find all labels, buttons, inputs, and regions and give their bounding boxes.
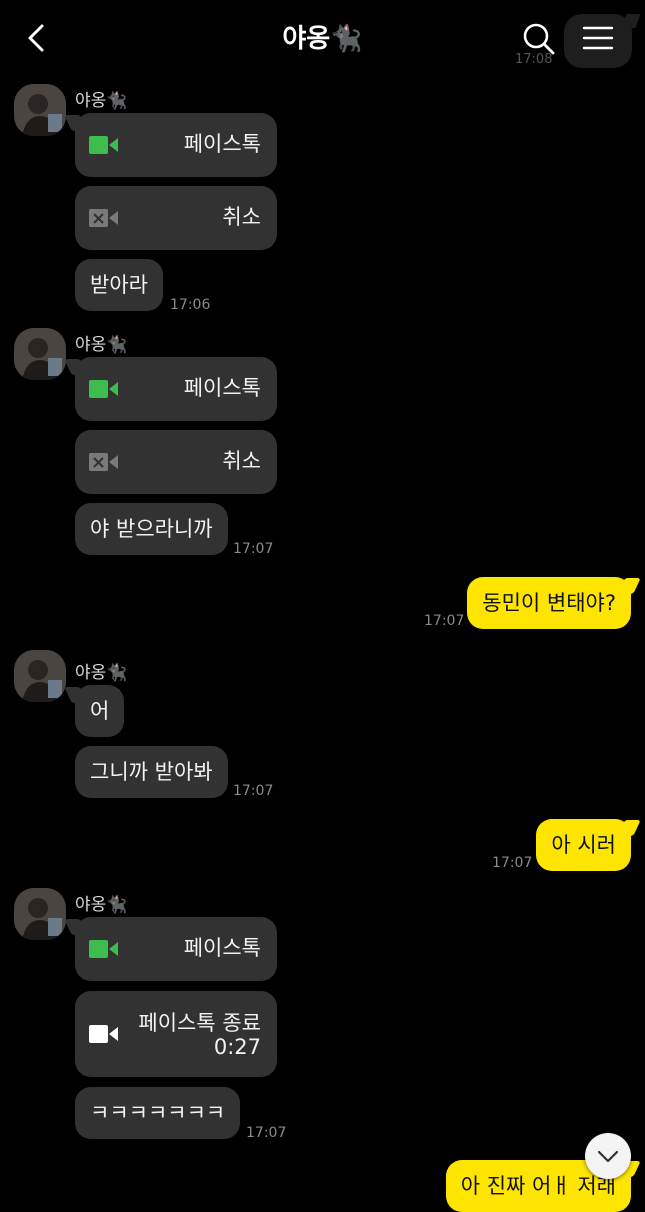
facetalk-cancel-bubble[interactable]: 취소 — [75, 430, 277, 494]
facetalk-duration: 0:27 — [213, 1035, 261, 1059]
message-time: 17:06 — [170, 297, 211, 313]
bubble-tail — [617, 820, 641, 836]
my-message-bubble[interactable]: 아 시러 — [536, 819, 641, 871]
bubble-tail — [64, 115, 88, 131]
facetalk-end-bubble[interactable]: 페이스톡 종료 0:27 — [75, 991, 277, 1077]
video-camera-icon — [89, 380, 118, 398]
sender-name: 야옹🐈‍⬛ — [75, 663, 128, 683]
message-time: 17:07 — [233, 783, 274, 799]
video-camera-icon — [89, 940, 118, 958]
avatar[interactable] — [14, 84, 66, 136]
bubble-tail — [64, 359, 88, 375]
bubble-tail — [64, 919, 88, 935]
avatar-photo-icon — [14, 84, 66, 136]
video-cancel-icon — [89, 209, 118, 227]
message-bubble[interactable]: 어 — [64, 685, 125, 737]
top-bar: 야옹🐈‍⬛ 17:08 — [0, 0, 645, 78]
facetalk-call-bubble[interactable]: 페이스톡 — [64, 917, 277, 981]
message-bubble[interactable]: 야 받으라니까 — [75, 503, 228, 555]
facetalk-call-bubble[interactable]: 페이스톡 — [64, 113, 277, 177]
facetalk-end-label: 페이스톡 종료 — [138, 1011, 261, 1035]
video-cancel-icon — [89, 453, 118, 471]
avatar[interactable] — [14, 888, 66, 940]
chevron-down-icon — [597, 1150, 619, 1163]
message-bubble[interactable]: 받아라 — [75, 259, 163, 311]
facetalk-label: 페이스톡 — [183, 132, 261, 156]
cancel-label: 취소 — [222, 449, 261, 473]
message-bubble[interactable]: ㅋㅋㅋㅋㅋㅋㅋ — [75, 1087, 241, 1139]
cancel-label: 취소 — [222, 205, 261, 229]
scroll-to-bottom-button[interactable] — [585, 1133, 631, 1179]
sender-name: 야옹🐈‍⬛ — [75, 91, 128, 111]
avatar-photo-icon — [14, 888, 66, 940]
bubble-tail — [617, 578, 641, 594]
message-time: 17:07 — [246, 1125, 287, 1141]
sender-name: 야옹🐈‍⬛ — [75, 335, 128, 355]
avatar-photo-icon — [14, 650, 66, 702]
video-camera-icon — [89, 1025, 118, 1043]
hamburger-menu-icon — [582, 26, 614, 50]
avatar[interactable] — [14, 650, 66, 702]
video-camera-icon — [89, 136, 118, 154]
sender-name: 야옹🐈‍⬛ — [75, 895, 128, 915]
my-message-text: 동민이 변태야? — [482, 591, 616, 615]
message-bubble[interactable]: 그니까 받아봐 — [75, 746, 228, 798]
message-time: 17:07 — [492, 855, 533, 871]
my-message-bubble[interactable]: 동민이 변태야? — [467, 577, 641, 629]
message-time: 17:07 — [424, 613, 465, 629]
facetalk-label: 페이스톡 — [183, 376, 261, 400]
avatar-photo-icon — [14, 328, 66, 380]
bubble-tail — [64, 687, 88, 703]
facetalk-label: 페이스톡 — [183, 936, 261, 960]
avatar[interactable] — [14, 328, 66, 380]
menu-button[interactable] — [564, 14, 632, 68]
message-time: 17:07 — [233, 541, 274, 557]
my-message-text: 아 시러 — [551, 833, 616, 857]
search-icon[interactable] — [518, 18, 560, 60]
message-text: 어 — [90, 699, 110, 723]
facetalk-call-bubble[interactable]: 페이스톡 — [64, 357, 277, 421]
facetalk-cancel-bubble[interactable]: 취소 — [75, 186, 277, 250]
